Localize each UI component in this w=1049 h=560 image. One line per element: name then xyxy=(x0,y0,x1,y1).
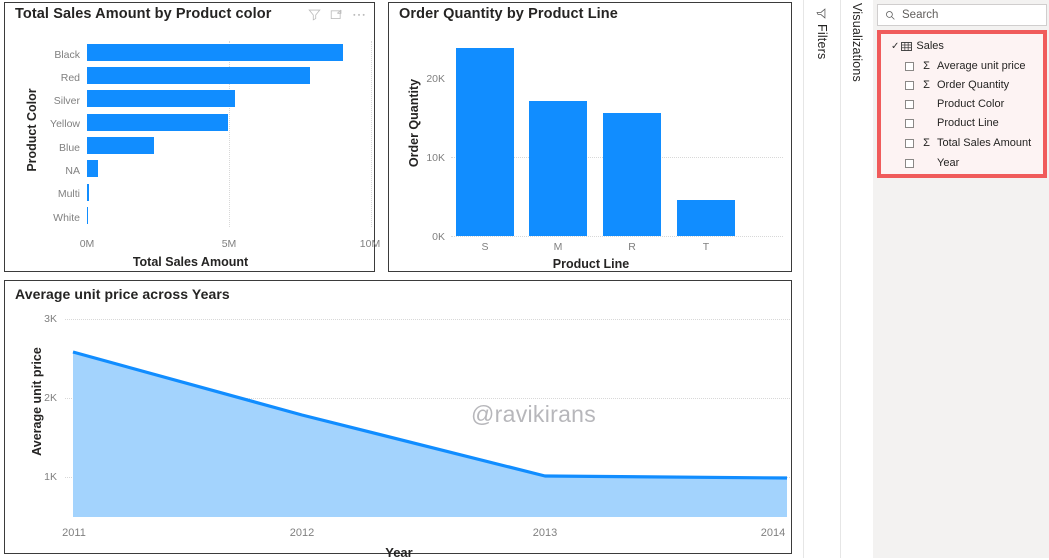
area-xtick-2012: 2012 xyxy=(289,527,315,539)
bar-ytick-6: Multi xyxy=(57,188,80,200)
field-row-product-color[interactable]: Product Color xyxy=(905,95,1004,113)
checkmark-icon: ✓ xyxy=(891,40,900,52)
field-checkbox[interactable] xyxy=(905,99,914,109)
field-checkbox[interactable] xyxy=(905,138,914,148)
bar-segment-na[interactable] xyxy=(87,160,98,177)
field-checkbox[interactable] xyxy=(905,118,914,128)
bar-ytick-5: NA xyxy=(65,165,80,177)
search-icon xyxy=(885,10,896,21)
bar-ytick-7: White xyxy=(53,212,80,224)
filters-pane-collapsed[interactable]: Filters xyxy=(803,0,840,558)
focus-mode-icon[interactable] xyxy=(330,8,343,26)
filters-pane-label: Filters xyxy=(815,24,829,60)
field-checkbox[interactable] xyxy=(905,61,914,71)
bar-x-axis-title: Total Sales Amount xyxy=(132,255,249,269)
area-xtick-2011: 2011 xyxy=(62,527,86,539)
field-row-average-unit-price[interactable]: Σ Average unit price xyxy=(905,57,1025,75)
bar-segment-multi[interactable] xyxy=(87,184,90,201)
column-segment-m[interactable] xyxy=(529,101,587,236)
field-label: Year xyxy=(937,157,960,169)
visual-average-unit-price-across-years[interactable]: Average unit price across Years Average … xyxy=(4,280,793,560)
column-segment-r[interactable] xyxy=(603,113,661,236)
fields-table-sales[interactable]: ✓ Sales xyxy=(891,37,944,55)
column-ytick-20k: 20K xyxy=(426,73,445,85)
bar-segment-black[interactable] xyxy=(87,44,343,61)
field-checkbox[interactable] xyxy=(905,80,914,90)
bar-ytick-3: Yellow xyxy=(50,118,80,130)
filter-icon xyxy=(816,6,827,24)
visualizations-pane-collapsed[interactable]: Visualizations xyxy=(840,0,873,558)
field-label: Order Quantity xyxy=(937,79,1010,91)
fields-search-input[interactable]: Search xyxy=(877,4,1047,26)
filter-icon[interactable] xyxy=(308,8,321,26)
bar-ytick-0: Black xyxy=(54,49,80,61)
measure-sigma-icon: Σ xyxy=(923,79,930,91)
column-x-axis-title: Product Line xyxy=(552,257,630,271)
column-ytick-0k: 0K xyxy=(432,231,445,243)
area-xtick-2014: 2014 xyxy=(760,527,786,539)
field-label: Average unit price xyxy=(937,60,1026,72)
field-label: Product Color xyxy=(937,98,1005,110)
bar-xtick-0: 0M xyxy=(79,238,95,250)
field-label: Total Sales Amount xyxy=(937,137,1032,149)
visual-title-column-chart: Order Quantity by Product Line xyxy=(399,6,618,22)
bar-gridline-10m xyxy=(371,41,372,227)
visualizations-pane-label: Visualizations xyxy=(850,3,864,83)
column-gridline-0k xyxy=(451,236,783,237)
visual-title-bar-chart: Total Sales Amount by Product color xyxy=(15,6,272,22)
column-segment-s[interactable] xyxy=(456,48,514,236)
field-row-order-quantity[interactable]: Σ Order Quantity xyxy=(905,76,1009,94)
fields-table-name: Sales xyxy=(916,40,944,52)
field-row-total-sales-amount[interactable]: Σ Total Sales Amount xyxy=(905,134,1031,152)
bar-segment-white[interactable] xyxy=(87,207,89,224)
table-icon xyxy=(901,41,913,52)
measure-sigma-icon: Σ xyxy=(923,60,930,72)
measure-sigma-icon: Σ xyxy=(923,137,930,149)
fields-search-placeholder: Search xyxy=(902,9,939,21)
field-row-product-line[interactable]: Product Line xyxy=(905,114,999,132)
watermark-text: @ravikirans xyxy=(471,401,597,427)
bar-ytick-2: Silver xyxy=(53,95,80,107)
field-row-year[interactable]: Year xyxy=(905,154,959,172)
area-xtick-2013: 2013 xyxy=(532,527,558,539)
column-ytick-10k: 10K xyxy=(426,152,445,164)
more-options-icon[interactable] xyxy=(352,8,366,26)
bar-segment-yellow[interactable] xyxy=(87,114,228,131)
column-xtick-r: R xyxy=(628,241,636,253)
column-xtick-m: M xyxy=(553,241,563,253)
column-segment-t[interactable] xyxy=(677,200,735,236)
visual-header-icons xyxy=(308,8,366,26)
visual-total-sales-by-product-color[interactable]: Total Sales Amount by Product color Prod… xyxy=(4,2,380,272)
visual-order-quantity-by-product-line[interactable]: Order Quantity by Product Line Order Qua… xyxy=(388,2,792,272)
bar-xtick-5: 5M xyxy=(221,238,237,250)
bar-ytick-1: Red xyxy=(60,72,80,84)
report-canvas: Total Sales Amount by Product color Prod… xyxy=(0,0,803,560)
column-xtick-s: S xyxy=(481,241,489,253)
bar-xtick-10: 10M xyxy=(359,238,381,250)
bar-segment-blue[interactable] xyxy=(87,137,154,154)
field-checkbox[interactable] xyxy=(905,158,914,168)
bar-ytick-4: Blue xyxy=(58,142,80,154)
field-label: Product Line xyxy=(937,117,999,129)
area-series-average-unit-price[interactable] xyxy=(5,281,793,526)
column-xtick-t: T xyxy=(702,241,710,253)
bar-segment-red[interactable] xyxy=(87,67,310,84)
bar-segment-silver[interactable] xyxy=(87,90,235,107)
